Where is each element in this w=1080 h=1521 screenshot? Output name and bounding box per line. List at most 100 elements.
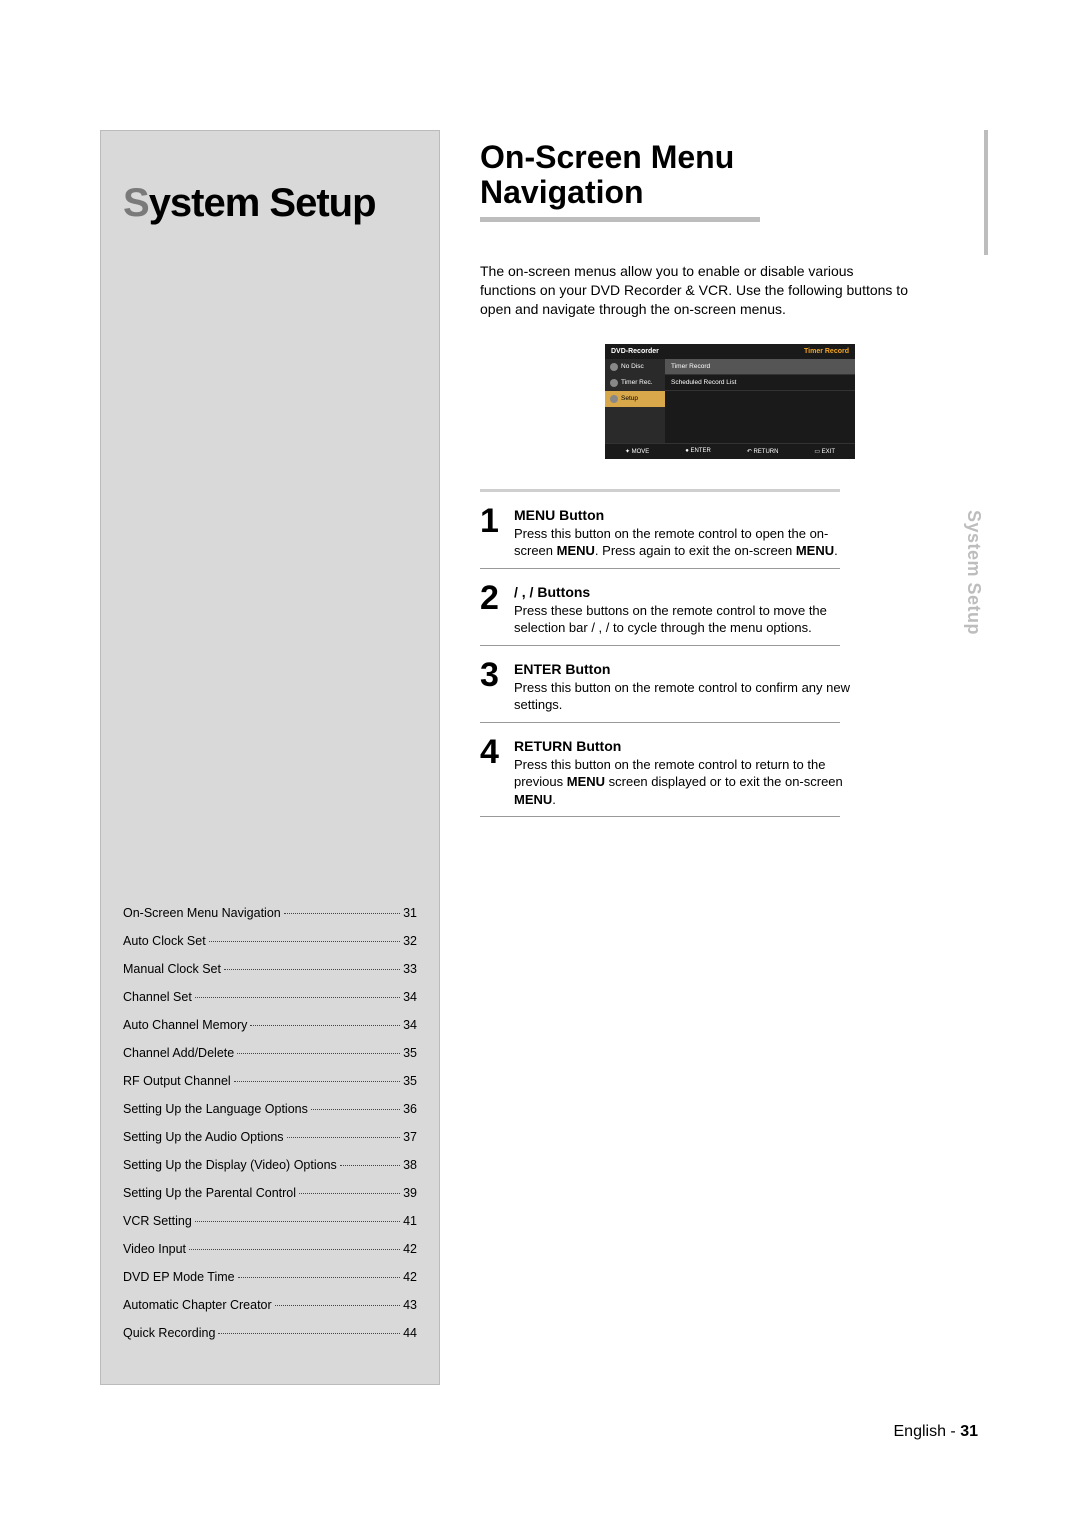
steps-list: 1MENU ButtonPress this button on the rem… xyxy=(480,504,980,817)
toc-label: Channel Add/Delete xyxy=(123,1046,234,1060)
section-title-accent: S xyxy=(123,181,149,225)
osd-header: DVD-Recorder Timer Record xyxy=(605,344,855,359)
step: 3ENTER ButtonPress this button on the re… xyxy=(480,658,850,714)
osd-footer-return: ↶ RETURN xyxy=(747,448,779,455)
toc-page: 37 xyxy=(403,1130,417,1144)
step-body: ENTER ButtonPress this button on the rem… xyxy=(514,658,850,714)
step-title: RETURN Button xyxy=(514,738,621,754)
step-title: MENU Button xyxy=(514,507,604,523)
steps-top-rule xyxy=(480,489,840,492)
section-title: System Setup xyxy=(123,181,417,226)
step-body: RETURN ButtonPress this button on the re… xyxy=(514,735,850,809)
step-divider xyxy=(480,568,840,569)
toc-label: Auto Clock Set xyxy=(123,934,206,948)
step-number: 4 xyxy=(480,735,506,769)
toc-row: On-Screen Menu Navigation31 xyxy=(123,906,417,920)
toc-dots xyxy=(189,1249,400,1250)
footer-language: English - xyxy=(894,1423,961,1440)
osd-side-item: No Disc xyxy=(605,359,665,375)
osd-side-item-selected: Setup xyxy=(605,391,665,407)
toc-row: Manual Clock Set 33 xyxy=(123,962,417,976)
osd-main-item: Scheduled Record List xyxy=(665,375,855,391)
toc-page: 34 xyxy=(403,1018,417,1032)
toc-row: Auto Clock Set 32 xyxy=(123,934,417,948)
toc-label: Video Input xyxy=(123,1242,186,1256)
toc-dots xyxy=(238,1277,400,1278)
gear-icon xyxy=(610,395,618,403)
toc-label: VCR Setting xyxy=(123,1214,192,1228)
page-footer: English - 31 xyxy=(894,1423,979,1441)
right-column: On-Screen Menu Navigation The on-screen … xyxy=(480,130,980,1385)
page-heading: On-Screen Menu Navigation xyxy=(480,140,980,209)
step-number: 2 xyxy=(480,581,506,615)
toc-label: Setting Up the Display (Video) Options xyxy=(123,1158,337,1172)
step-title: ENTER Button xyxy=(514,661,610,677)
toc-page: 43 xyxy=(403,1298,417,1312)
toc-dots xyxy=(275,1305,400,1306)
toc-row: Setting Up the Language Options 36 xyxy=(123,1102,417,1116)
step: 1MENU ButtonPress this button on the rem… xyxy=(480,504,850,560)
osd-footer-enter: ● ENTER xyxy=(685,448,711,455)
toc-row: DVD EP Mode Time42 xyxy=(123,1270,417,1284)
step-body: / , / ButtonsPress these buttons on the … xyxy=(514,581,850,637)
toc-label: Setting Up the Parental Control xyxy=(123,1186,296,1200)
footer-page-number: 31 xyxy=(960,1423,978,1440)
side-tab-label: System Setup xyxy=(963,510,984,635)
toc-row: Auto Channel Memory 34 xyxy=(123,1018,417,1032)
step-divider xyxy=(480,645,840,646)
step-number: 3 xyxy=(480,658,506,692)
osd-header-left: DVD-Recorder xyxy=(611,348,659,355)
step-body: MENU ButtonPress this button on the remo… xyxy=(514,504,850,560)
left-column: System Setup On-Screen Menu Navigation31… xyxy=(100,130,440,1385)
osd-side-item: Timer Rec. xyxy=(605,375,665,391)
toc-row: Setting Up the Display (Video) Options 38 xyxy=(123,1158,417,1172)
toc-page: 42 xyxy=(403,1242,417,1256)
side-accent-bar xyxy=(984,130,988,255)
step-divider xyxy=(480,816,840,817)
toc-label: Setting Up the Audio Options xyxy=(123,1130,284,1144)
toc-page: 32 xyxy=(403,934,417,948)
toc-label: Automatic Chapter Creator xyxy=(123,1298,272,1312)
osd-main: Timer Record Scheduled Record List xyxy=(665,359,855,443)
toc-page: 36 xyxy=(403,1102,417,1116)
page-content: System Setup On-Screen Menu Navigation31… xyxy=(0,0,1080,1455)
toc-label: Quick Recording xyxy=(123,1326,215,1340)
toc-page: 35 xyxy=(403,1074,417,1088)
step: 2 / , / ButtonsPress these buttons on th… xyxy=(480,581,850,637)
osd-sidebar: No Disc Timer Rec. Setup xyxy=(605,359,665,443)
toc-dots xyxy=(224,969,400,970)
toc-row: RF Output Channel35 xyxy=(123,1074,417,1088)
osd-footer: ✦ MOVE ● ENTER ↶ RETURN ▭ EXIT xyxy=(605,443,855,459)
page-heading-line1: On-Screen Menu xyxy=(480,140,980,175)
step-number: 1 xyxy=(480,504,506,538)
osd-screenshot: DVD-Recorder Timer Record No Disc Timer … xyxy=(605,344,855,459)
toc-dots xyxy=(218,1333,400,1334)
toc-dots xyxy=(234,1081,400,1082)
intro-paragraph: The on-screen menus allow you to enable … xyxy=(480,262,910,319)
toc-page: 34 xyxy=(403,990,417,1004)
toc-dots xyxy=(195,1221,400,1222)
toc-row: Setting Up the Parental Control39 xyxy=(123,1186,417,1200)
toc-dots xyxy=(287,1137,401,1138)
osd-header-right: Timer Record xyxy=(804,348,849,355)
toc-dots xyxy=(195,997,400,998)
section-title-rest: ystem Setup xyxy=(149,181,376,225)
toc-label: Manual Clock Set xyxy=(123,962,221,976)
toc-row: VCR Setting 41 xyxy=(123,1214,417,1228)
step-title: / , / Buttons xyxy=(514,584,590,600)
toc-page: 38 xyxy=(403,1158,417,1172)
toc-row: Setting Up the Audio Options 37 xyxy=(123,1130,417,1144)
osd-main-item-selected: Timer Record xyxy=(665,359,855,375)
toc-label: Setting Up the Language Options xyxy=(123,1102,308,1116)
toc-dots xyxy=(311,1109,400,1110)
toc-page: 41 xyxy=(403,1214,417,1228)
toc-label: Auto Channel Memory xyxy=(123,1018,247,1032)
toc-dots xyxy=(299,1193,400,1194)
osd-footer-exit: ▭ EXIT xyxy=(814,448,835,455)
toc-dots xyxy=(284,913,400,914)
toc-dots xyxy=(250,1025,400,1026)
page-heading-line2: Navigation xyxy=(480,175,980,210)
step-divider xyxy=(480,722,840,723)
timer-icon xyxy=(610,379,618,387)
toc-page: 33 xyxy=(403,962,417,976)
